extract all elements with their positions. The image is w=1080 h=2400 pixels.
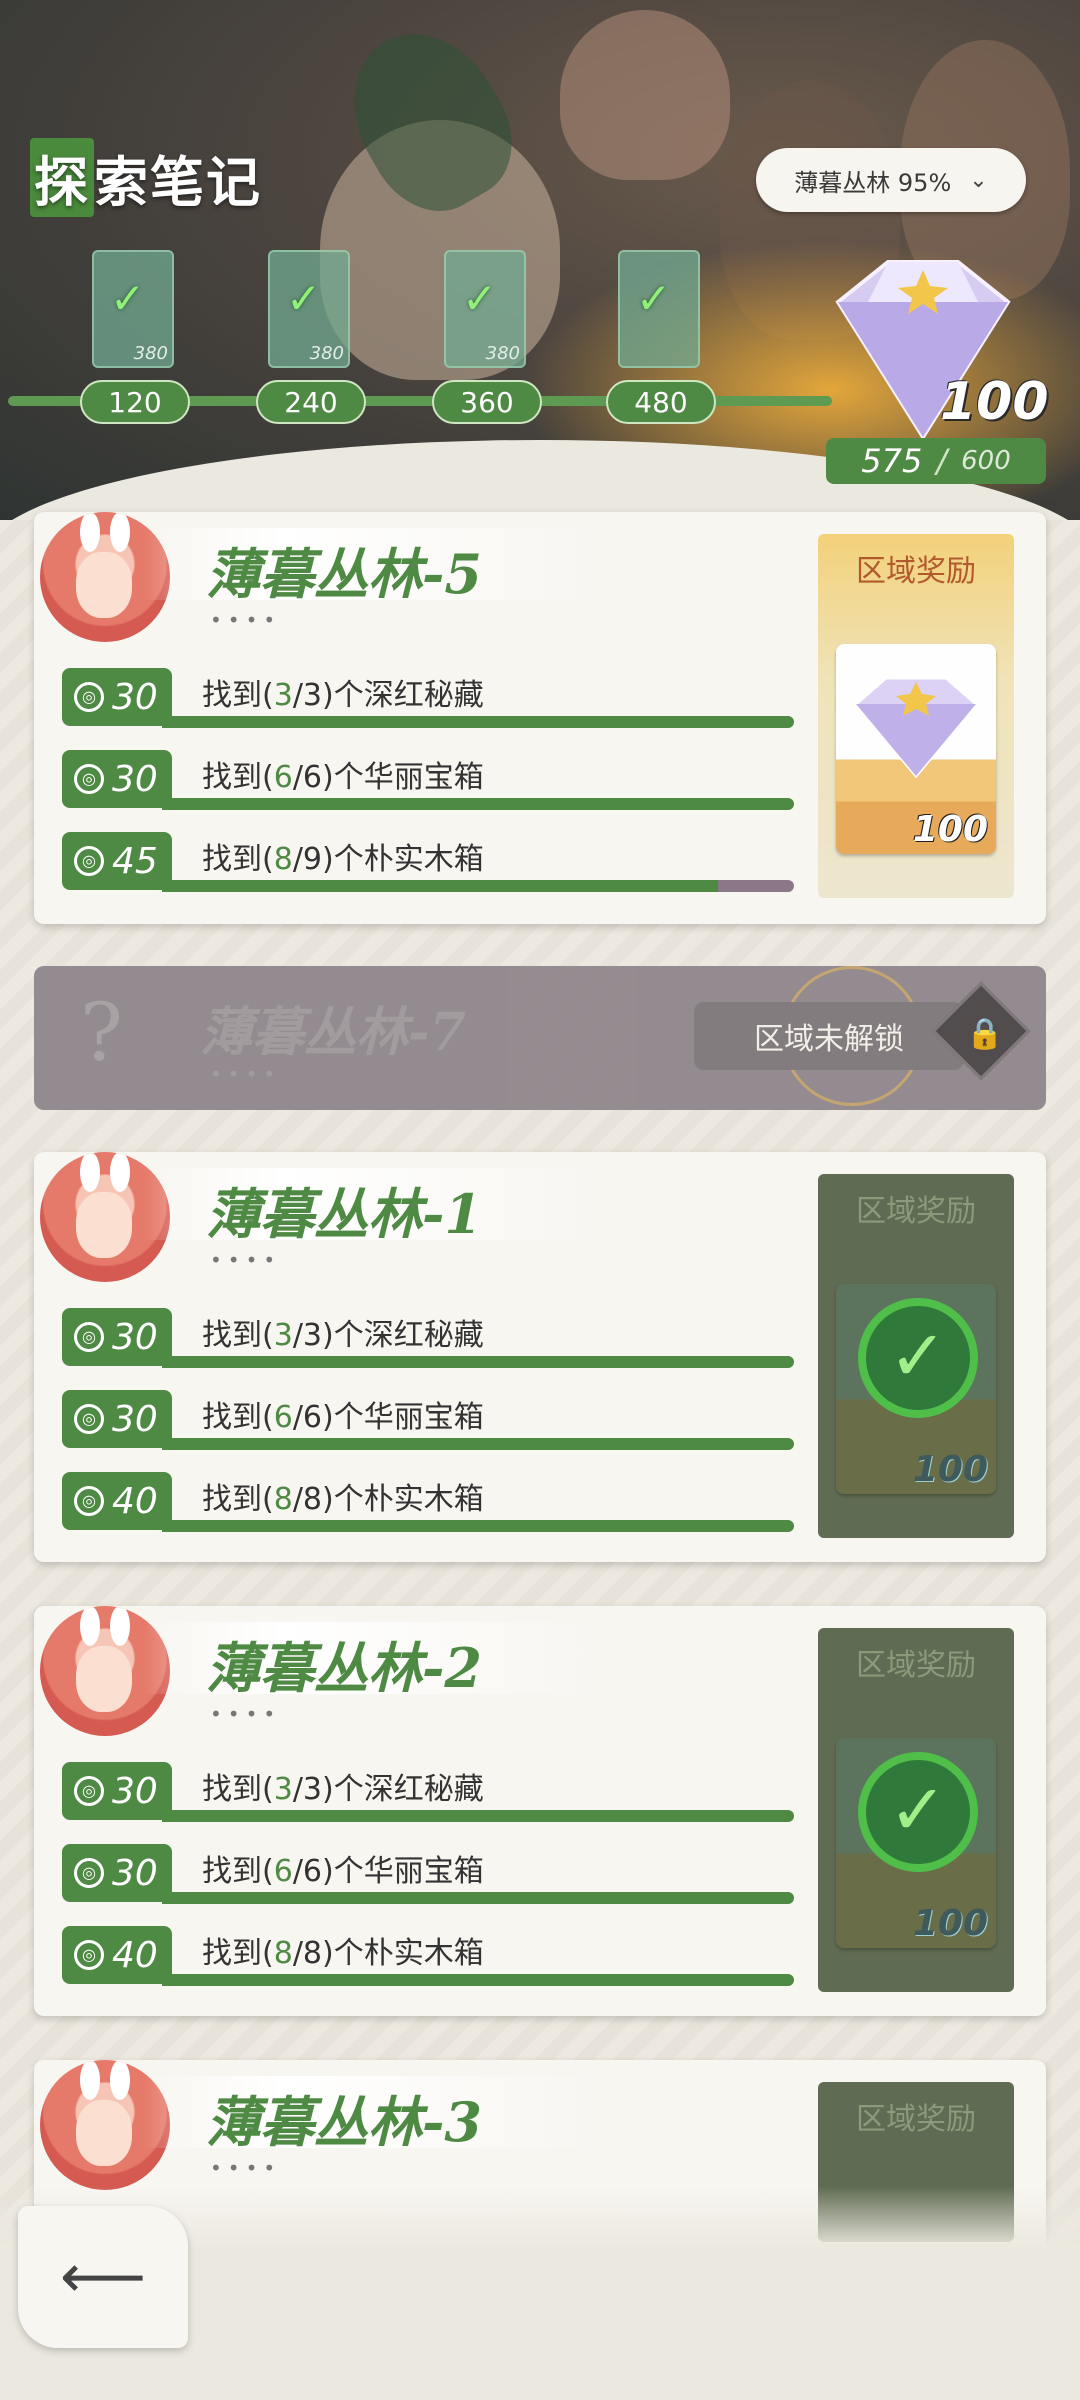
compass-timer-icon: ◎ [74, 682, 104, 712]
rating-dots: •••• [210, 1702, 282, 1726]
task-row: ◎ 45 找到(8/9)个朴实木箱 [62, 828, 794, 892]
locked-region-card[interactable]: ? 薄暮丛林-7 •••• 区域未解锁 🔒 [34, 966, 1046, 1110]
task-row: ◎ 40 找到(8/8)个朴实木箱 [62, 1922, 794, 1986]
milestone-threshold: 480 [606, 380, 716, 424]
region-card[interactable]: 薄暮丛林-1 •••• ◎ 30 找到(3/3)个深红秘藏 ◎ 30 找到(6/6)… [34, 1152, 1046, 1562]
region-reward-claimed[interactable]: 区域奖励 ✓ 100 [818, 1174, 1014, 1538]
compass-timer-icon: ◎ [74, 764, 104, 794]
locked-region-title: 薄暮丛林-7 [200, 1002, 466, 1063]
region-card-title: 薄暮丛林-5 [206, 542, 482, 606]
gem-count: 100 [940, 372, 1049, 432]
check-icon: ✓ [858, 1752, 978, 1872]
rating-dots: •••• [210, 2156, 282, 2180]
task-row: ◎ 30 找到(3/3)个深红秘藏 [62, 664, 794, 728]
compass-timer-icon: ◎ [74, 1940, 104, 1970]
task-row: ◎ 30 找到(3/3)个深红秘藏 [62, 1304, 794, 1368]
rating-dots: •••• [210, 1062, 282, 1086]
check-icon: ✓ [462, 274, 498, 323]
region-selector-label: 薄暮丛林 95% [794, 168, 952, 197]
milestone-reward-2[interactable]: ✓ 380 [268, 250, 350, 368]
task-row: ◎ 30 找到(3/3)个深红秘藏 [62, 1758, 794, 1822]
back-button[interactable]: ⟵ [18, 2206, 188, 2348]
milestone-threshold: 120 [80, 380, 190, 424]
check-icon: ✓ [636, 274, 672, 323]
region-card-title: 薄暮丛林-2 [206, 1636, 482, 1700]
check-icon: ✓ [858, 1298, 978, 1418]
task-row: ◎ 30 找到(6/6)个华丽宝箱 [62, 1386, 794, 1450]
milestone-reward-1[interactable]: ✓ 380 [92, 250, 174, 368]
chevron-down-icon: ⌄ [969, 167, 988, 193]
milestone-threshold: 240 [256, 380, 366, 424]
region-reward-button[interactable]: 区域奖励 100 [818, 534, 1014, 898]
rating-dots: •••• [210, 608, 282, 632]
compass-timer-icon: ◎ [74, 1858, 104, 1888]
compass-timer-icon: ◎ [74, 1486, 104, 1516]
region-selector[interactable]: 薄暮丛林 95% ⌄ [756, 148, 1026, 212]
page-title: 探索笔记 [30, 138, 262, 217]
check-icon: ✓ [110, 274, 146, 323]
region-card[interactable]: 薄暮丛林-2 •••• ◎ 30 找到(3/3)个深红秘藏 ◎ 30 找到(6/6)… [34, 1606, 1046, 2016]
milestone-reward-4[interactable]: ✓ [618, 250, 700, 368]
compass-timer-icon: ◎ [74, 1776, 104, 1806]
task-row: ◎ 30 找到(6/6)个华丽宝箱 [62, 1840, 794, 1904]
region-card-title: 薄暮丛林-1 [206, 1182, 482, 1246]
compass-timer-icon: ◎ [74, 846, 104, 876]
unknown-avatar-icon: ? [80, 986, 123, 1079]
compass-timer-icon: ◎ [74, 1322, 104, 1352]
milestone-reward-3[interactable]: ✓ 380 [444, 250, 526, 368]
task-row: ◎ 40 找到(8/8)个朴实木箱 [62, 1468, 794, 1532]
locked-label: 区域未解锁 [694, 1002, 964, 1070]
diamond-gem-icon: 100 [836, 644, 996, 854]
region-card[interactable]: 薄暮丛林-5 •••• ◎ 30 找到(3/3)个深红秘藏 ◎ 30 找到(6/6)… [34, 512, 1046, 924]
exploration-progress: 575/600 [826, 438, 1046, 484]
region-card-title: 薄暮丛林-3 [206, 2090, 482, 2154]
task-row: ◎ 30 找到(6/6)个华丽宝箱 [62, 746, 794, 810]
milestone-threshold: 360 [432, 380, 542, 424]
check-icon: ✓ [286, 274, 322, 323]
region-reward-claimed[interactable]: 区域奖励 ✓ 100 [818, 1628, 1014, 1992]
rating-dots: •••• [210, 1248, 282, 1272]
compass-timer-icon: ◎ [74, 1404, 104, 1434]
back-arrow-icon: ⟵ [59, 2242, 146, 2312]
